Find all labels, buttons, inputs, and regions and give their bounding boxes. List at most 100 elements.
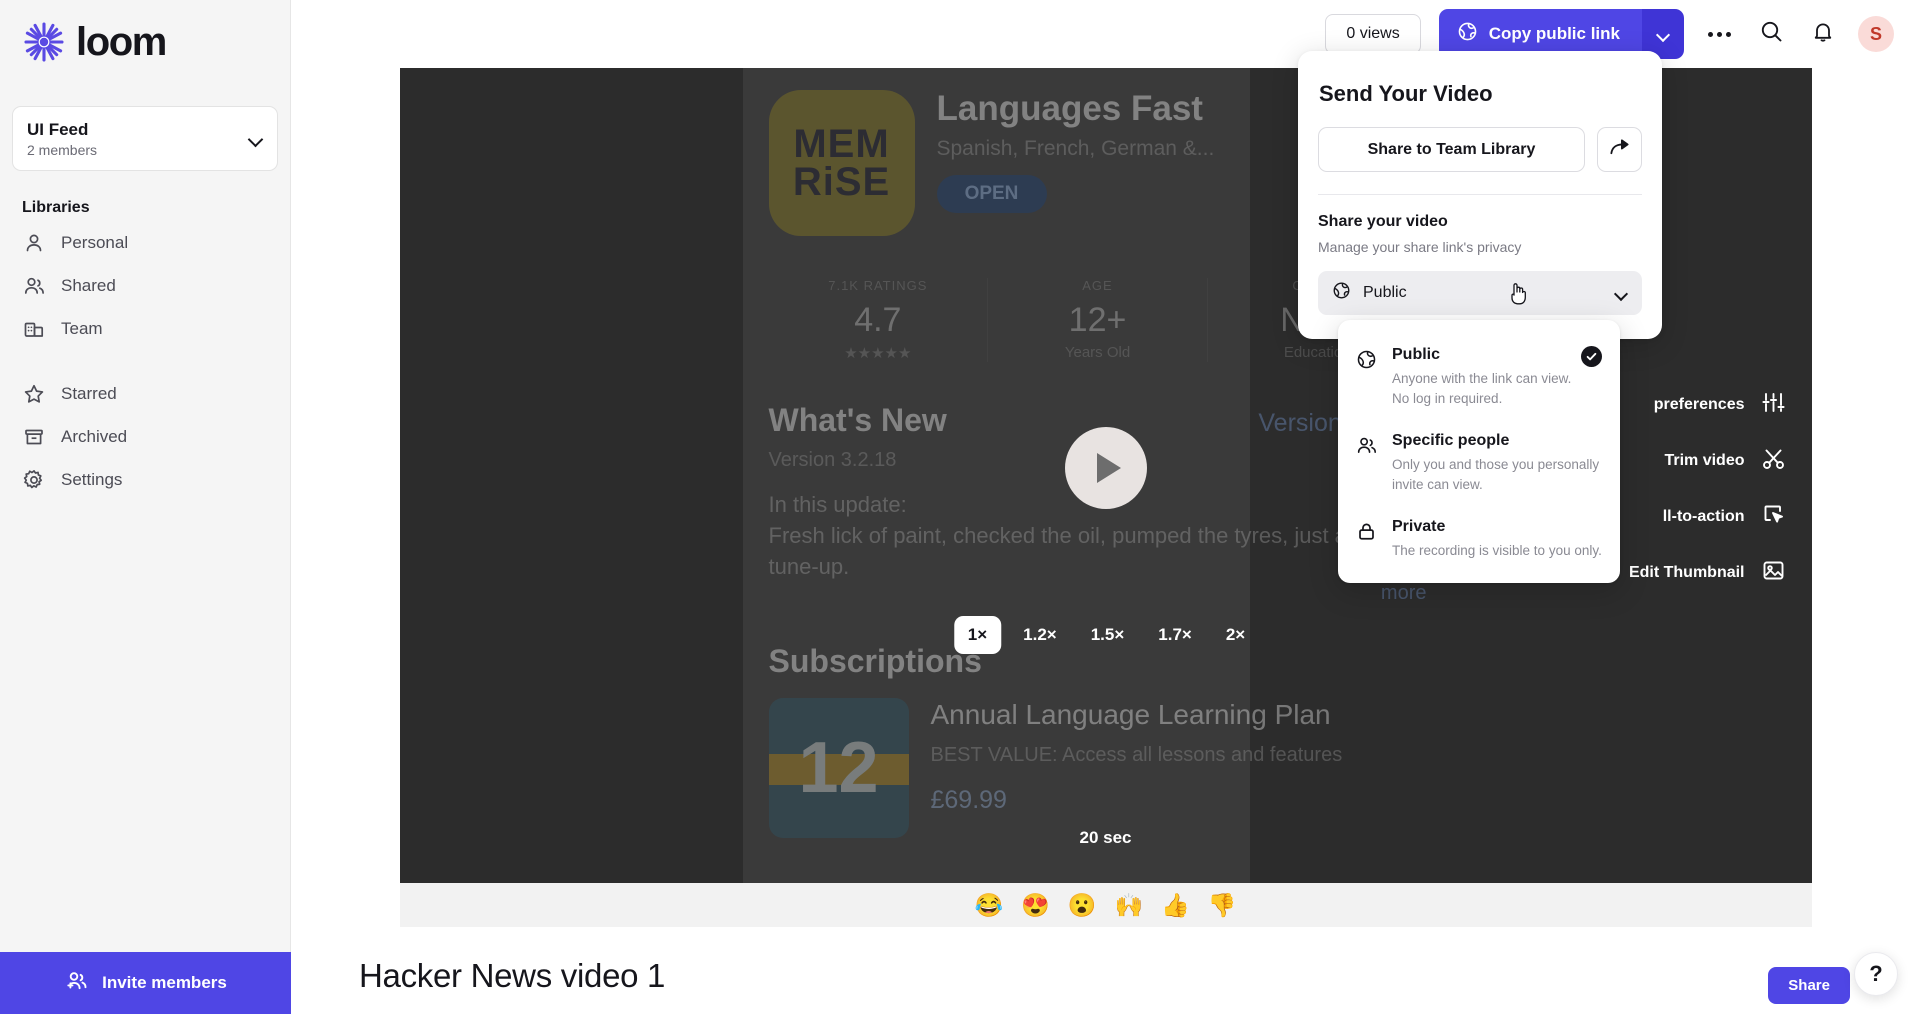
subscription-card: 12 Annual Language Learning Plan BEST VA… [768, 698, 1427, 839]
speed-option-1x[interactable]: 1× [953, 616, 1002, 654]
play-icon [1096, 453, 1121, 483]
question-mark-icon: ? [1869, 961, 1883, 986]
video-details: Hacker News video 1 S Sophie [291, 927, 1920, 1014]
privacy-options-menu: Public Anyone with the link can view. No… [1338, 320, 1620, 583]
tool-label: Edit Thumbnail [1628, 564, 1745, 581]
stat-value: 4.7 [854, 301, 902, 339]
globe-icon [1356, 346, 1378, 408]
option-label: Public [1392, 346, 1441, 363]
speed-option-2x[interactable]: 2× [1214, 616, 1257, 654]
sidebar-item-team[interactable]: Team [0, 307, 290, 350]
loom-app-window: loom UI Feed 2 members Libraries Persona… [0, 0, 1920, 1014]
tool-label: Trim video [1664, 452, 1745, 469]
sidebar-section-label: Libraries [22, 199, 90, 217]
stat-key: AGE [1082, 278, 1113, 293]
video-tools-toolbar: preferences Trim video ll-to-action Edit… [1602, 380, 1812, 598]
send-your-video-panel: Send Your Video Share to Team Library Sh… [1298, 51, 1662, 339]
person-icon [22, 231, 45, 254]
stat-unit: Years Old [1064, 344, 1131, 361]
globe-icon [1457, 21, 1478, 47]
loom-starburst-icon [22, 20, 66, 64]
tool-preferences[interactable]: preferences [1602, 380, 1812, 430]
reaction-celebrate[interactable]: 🙌 [1115, 893, 1144, 917]
speed-option-1.5x[interactable]: 1.5× [1079, 616, 1137, 654]
copy-public-link-label: Copy public link [1488, 24, 1620, 43]
sidebar-item-label: Settings [61, 469, 123, 489]
workspace-members: 2 members [27, 142, 98, 159]
scissors-icon [1761, 446, 1786, 476]
people-icon [1356, 432, 1378, 494]
share-to-team-library-button[interactable]: Share to Team Library [1318, 127, 1585, 172]
sidebar-item-starred[interactable]: Starred [0, 372, 290, 415]
sidebar-item-settings[interactable]: Settings [0, 458, 290, 501]
chevron-down-icon [1657, 30, 1670, 38]
star-icon [22, 382, 45, 405]
tool-edit-thumbnail[interactable]: Edit Thumbnail [1602, 548, 1812, 598]
option-description: Anyone with the link can view. No log in… [1392, 371, 1572, 406]
notifications-button[interactable] [1806, 17, 1840, 51]
archive-box-icon [22, 425, 45, 448]
page-title[interactable]: Hacker News video 1 [359, 957, 1920, 995]
option-label: Private [1392, 518, 1446, 536]
tool-trim-video[interactable]: Trim video [1602, 436, 1812, 486]
lock-icon [1356, 518, 1378, 561]
privacy-option-private[interactable]: Private The recording is visible to you … [1338, 506, 1620, 573]
workspace-name: UI Feed [27, 120, 89, 139]
more-options-button[interactable] [1702, 17, 1736, 51]
tool-call-to-action[interactable]: ll-to-action [1602, 492, 1812, 542]
sidebar-item-label: Personal [61, 232, 129, 252]
reaction-wow[interactable]: 😮 [1068, 893, 1097, 917]
stat-key: 7.1K RATINGS [828, 278, 928, 293]
sidebar: loom UI Feed 2 members Libraries Persona… [0, 0, 291, 1014]
avatar[interactable]: S [1858, 16, 1894, 52]
search-icon [1759, 19, 1784, 49]
search-button[interactable] [1754, 17, 1788, 51]
loom-wordmark: loom [76, 20, 167, 64]
building-icon [22, 317, 45, 340]
reaction-love[interactable]: 😍 [1021, 893, 1050, 917]
reaction-laugh[interactable]: 😂 [975, 893, 1004, 917]
invite-members-label: Invite members [102, 973, 227, 992]
stat-unit: ★★★★★ [844, 345, 912, 362]
panel-actions-row: Share to Team Library [1318, 127, 1642, 172]
app-title: Languages Fast [936, 89, 1203, 128]
speed-option-1.7x[interactable]: 1.7× [1146, 616, 1204, 654]
subscription-title: Annual Language Learning Plan [930, 699, 1331, 731]
reaction-thumbs-up[interactable]: 👍 [1161, 893, 1190, 917]
option-description: The recording is visible to you only. [1392, 543, 1602, 559]
panel-title: Send Your Video [1319, 81, 1493, 106]
app-open-button: OPEN [936, 174, 1047, 213]
cursor-box-icon [1761, 502, 1786, 532]
reactions-bar: 😂 😍 😮 🙌 👍 👎 [399, 883, 1812, 927]
loom-logo[interactable]: loom [0, 0, 290, 64]
main-content: 0 views Copy public link S MEM RiSE Lang… [291, 0, 1920, 1014]
sidebar-item-label: Team [61, 318, 103, 338]
app-icon-line2: RiSE [792, 160, 891, 204]
privacy-option-specific-people[interactable]: Specific people Only you and those you p… [1338, 420, 1620, 506]
reaction-thumbs-down[interactable]: 👎 [1208, 893, 1237, 917]
play-button[interactable] [1064, 427, 1147, 509]
invite-members-button[interactable]: Invite members [0, 952, 291, 1014]
sidebar-item-archived[interactable]: Archived [0, 415, 290, 458]
tool-label: preferences [1653, 396, 1745, 413]
sidebar-item-shared[interactable]: Shared [0, 264, 290, 307]
sidebar-item-personal[interactable]: Personal [0, 221, 290, 264]
people-icon [22, 274, 45, 297]
share-action-button[interactable]: Share [1768, 967, 1850, 1004]
app-icon-line1: MEM [793, 122, 890, 166]
views-button[interactable]: 0 views [1325, 14, 1421, 54]
share-button[interactable] [1597, 127, 1642, 172]
workspace-switcher[interactable]: UI Feed 2 members [12, 106, 278, 172]
speed-option-1.2x[interactable]: 1.2× [1011, 616, 1069, 654]
share-section-heading: Share your video [1318, 213, 1448, 230]
app-stat: AGE 12+ Years Old [988, 278, 1208, 362]
subscription-badge: 12 [768, 698, 909, 839]
playback-speed-controls: 1× 1.2× 1.5× 1.7× 2× [953, 616, 1257, 654]
sidebar-item-label: Archived [61, 426, 128, 446]
privacy-option-public[interactable]: Public Anyone with the link can view. No… [1338, 334, 1620, 420]
privacy-select[interactable]: Public [1318, 271, 1642, 315]
subscription-price: £69.99 [930, 785, 1007, 814]
help-button[interactable]: ? [1854, 952, 1898, 996]
more-link: more [1380, 582, 1427, 605]
privacy-select-value: Public [1363, 284, 1407, 301]
